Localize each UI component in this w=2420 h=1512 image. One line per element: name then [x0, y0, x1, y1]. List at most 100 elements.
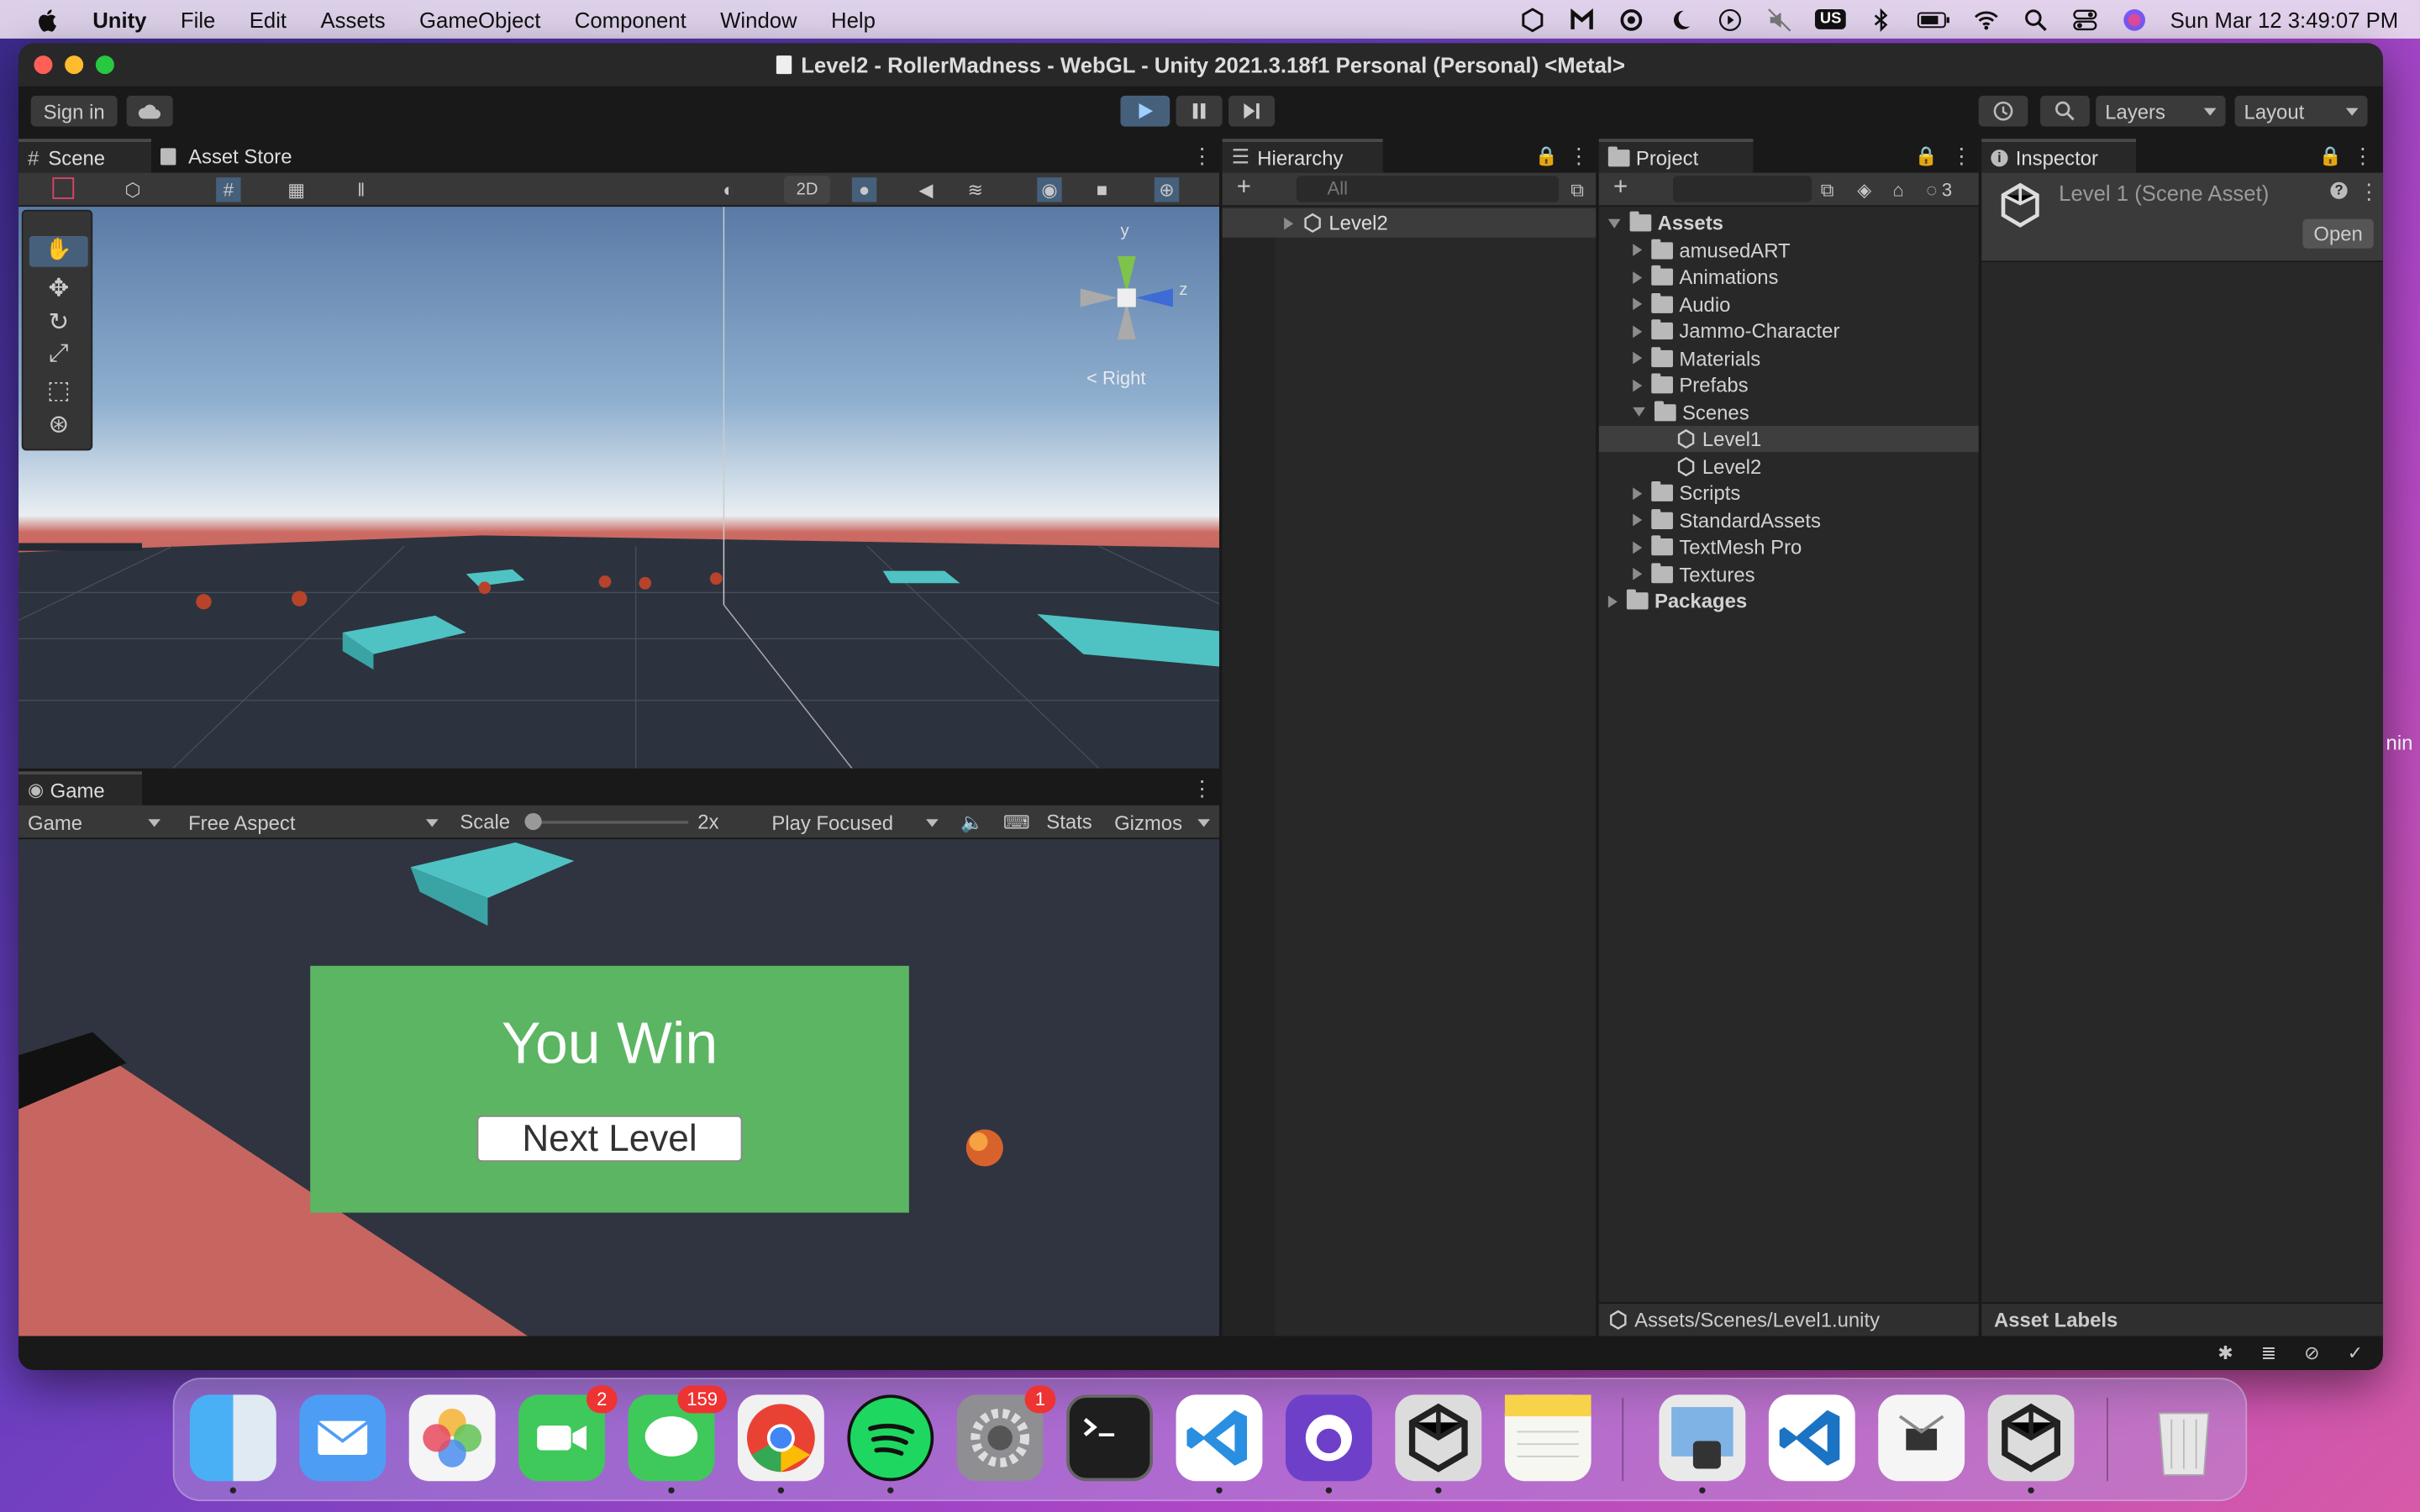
scale-slider[interactable] — [524, 812, 689, 831]
project-more-icon[interactable] — [1951, 144, 1973, 170]
tree-row-folder[interactable]: Prefabs — [1599, 372, 1979, 398]
menu-window[interactable]: Window — [720, 7, 797, 31]
stats-button[interactable]: Stats — [1046, 810, 1092, 833]
tab-asset-store[interactable]: Asset Store — [151, 139, 321, 172]
dock-trash[interactable] — [2141, 1394, 2228, 1481]
expand-arrow-icon[interactable] — [1633, 324, 1643, 338]
audio-mute-icon[interactable]: ◀ — [913, 177, 938, 202]
minimize-window-button[interactable] — [65, 55, 84, 75]
dock-unity[interactable] — [1987, 1394, 2075, 1494]
dock-chrome[interactable] — [737, 1394, 824, 1494]
cube-view-icon[interactable]: ⬡ — [120, 177, 145, 202]
dock-photos[interactable] — [408, 1394, 496, 1482]
expand-arrow-icon[interactable] — [1633, 244, 1643, 256]
menu-component[interactable]: Component — [575, 7, 687, 31]
scale-tool-icon[interactable]: ⤢ — [29, 341, 88, 372]
siri-icon[interactable] — [2121, 7, 2149, 31]
game-more-icon[interactable] — [1192, 776, 1213, 802]
mute-icon[interactable] — [1766, 7, 1794, 31]
tree-row-scene[interactable]: Level2 — [1599, 453, 1979, 479]
dock-preview[interactable] — [1659, 1394, 1746, 1494]
expand-arrow-icon[interactable] — [1607, 595, 1618, 607]
moon-icon[interactable] — [1667, 7, 1695, 31]
rect-tool-icon[interactable]: ⬚ — [29, 375, 88, 406]
display-dropdown[interactable]: Game — [18, 807, 170, 838]
project-search-field[interactable] — [1672, 176, 1812, 202]
hidden-objects-eye-icon[interactable]: ◉ — [1037, 177, 1062, 202]
spotlight-search-icon[interactable] — [2022, 7, 2049, 31]
inspector-more-icon[interactable] — [2352, 144, 2374, 170]
increment-snap-icon[interactable]: ǁ — [349, 177, 373, 202]
undo-history-button[interactable] — [1978, 95, 2028, 127]
expand-arrow-icon[interactable] — [1633, 513, 1643, 527]
expand-arrow-icon[interactable] — [1633, 407, 1645, 417]
tab-scene[interactable]: # Scene — [18, 139, 151, 173]
auto-generate-lighting-icon[interactable]: ⊘ — [2300, 1341, 2324, 1365]
move-tool-icon[interactable]: ✥ — [29, 273, 88, 304]
dock-finder[interactable] — [189, 1394, 276, 1494]
expand-arrow-icon[interactable] — [1633, 540, 1643, 554]
lighting-bulb-icon[interactable]: ● — [851, 177, 877, 202]
dock-mail[interactable] — [299, 1394, 387, 1482]
grid-toggle-icon[interactable]: ▦ — [284, 177, 308, 202]
wifi-icon[interactable] — [1973, 7, 2001, 31]
menu-file[interactable]: File — [181, 7, 215, 31]
game-viewport[interactable]: You Win Next Level — [18, 839, 1219, 1336]
expand-arrow-icon[interactable] — [1633, 486, 1643, 500]
menu-help[interactable]: Help — [831, 7, 876, 31]
tree-row-assets[interactable]: Assets — [1599, 210, 1979, 236]
scene-viewport[interactable]: ✋ ✥ ↻ ⤢ ⬚ ⊛ y z < Right — [18, 207, 1219, 769]
expand-arrow-icon[interactable] — [1633, 270, 1643, 284]
tree-row-folder[interactable]: Textures — [1599, 561, 1979, 587]
hierarchy-more-icon[interactable] — [1568, 144, 1590, 170]
dock-system-information[interactable] — [1878, 1394, 1965, 1482]
pause-button[interactable] — [1176, 95, 1223, 127]
progress-check-icon[interactable]: ✓ — [2343, 1341, 2367, 1365]
grid-snap-icon[interactable]: # — [216, 177, 241, 202]
effects-icon[interactable]: ≋ — [963, 177, 987, 202]
scale-slider-thumb[interactable] — [524, 812, 542, 831]
cloud-button[interactable] — [126, 95, 173, 127]
next-level-button[interactable]: Next Level — [476, 1115, 743, 1163]
tree-row-folder[interactable]: Audio — [1599, 291, 1979, 317]
tab-game[interactable]: ◉ Game — [18, 771, 142, 806]
transform-tool-icon[interactable]: ⊛ — [29, 409, 88, 440]
tab-inspector[interactable]: i Inspector — [1981, 139, 2136, 173]
close-window-button[interactable] — [34, 55, 53, 75]
dock-facetime[interactable]: 2 — [518, 1385, 618, 1482]
hierarchy-search-field[interactable]: All — [1296, 176, 1560, 202]
sign-in-button[interactable]: Sign in — [30, 95, 118, 127]
open-button[interactable]: Open — [2302, 218, 2374, 249]
bug-icon[interactable]: ✱ — [2213, 1341, 2238, 1365]
tree-row-scene-selected[interactable]: Level1 — [1598, 425, 1979, 453]
draw-mode-icon[interactable] — [52, 177, 75, 199]
expand-arrow-icon[interactable] — [1633, 378, 1643, 391]
play-button[interactable] — [1120, 95, 1171, 127]
battery-icon[interactable] — [1917, 7, 1950, 31]
camera-icon[interactable]: ■ — [1090, 177, 1114, 202]
help-icon[interactable]: ? — [2330, 181, 2348, 199]
layout-dropdown[interactable]: Layout — [2234, 95, 2368, 127]
dock-spotify[interactable] — [847, 1394, 934, 1494]
creative-cloud-icon[interactable] — [1618, 7, 1645, 31]
shading-sphere-icon[interactable]: ◐ — [716, 177, 740, 202]
menu-edit[interactable]: Edit — [250, 7, 287, 31]
layers-dropdown[interactable]: Layers — [2096, 95, 2226, 127]
expand-arrow-icon[interactable] — [1633, 297, 1643, 311]
dock-vscode[interactable] — [1176, 1394, 1263, 1494]
tree-row-folder[interactable]: Animations — [1599, 264, 1979, 290]
tree-row-folder[interactable]: Jammo-Character — [1599, 318, 1979, 344]
dock-github-desktop[interactable] — [1285, 1394, 1372, 1494]
bluetooth-icon[interactable] — [1868, 7, 1896, 32]
tree-row-folder[interactable]: Scripts — [1599, 480, 1979, 506]
inspector-header-more-icon[interactable] — [2358, 179, 2380, 205]
zoom-window-button[interactable] — [95, 55, 114, 75]
menu-assets[interactable]: Assets — [320, 7, 385, 31]
dock-notes[interactable] — [1504, 1394, 1591, 1482]
tree-row-packages[interactable]: Packages — [1599, 588, 1979, 614]
tree-row-folder-scenes[interactable]: Scenes — [1599, 399, 1979, 425]
keyboard-icon[interactable]: ⌨ — [1003, 810, 1030, 834]
hierarchy-filter-icon[interactable]: ⧉ — [1565, 177, 1589, 202]
control-center-icon[interactable] — [2071, 7, 2099, 31]
tab-project[interactable]: Project — [1598, 139, 1754, 173]
